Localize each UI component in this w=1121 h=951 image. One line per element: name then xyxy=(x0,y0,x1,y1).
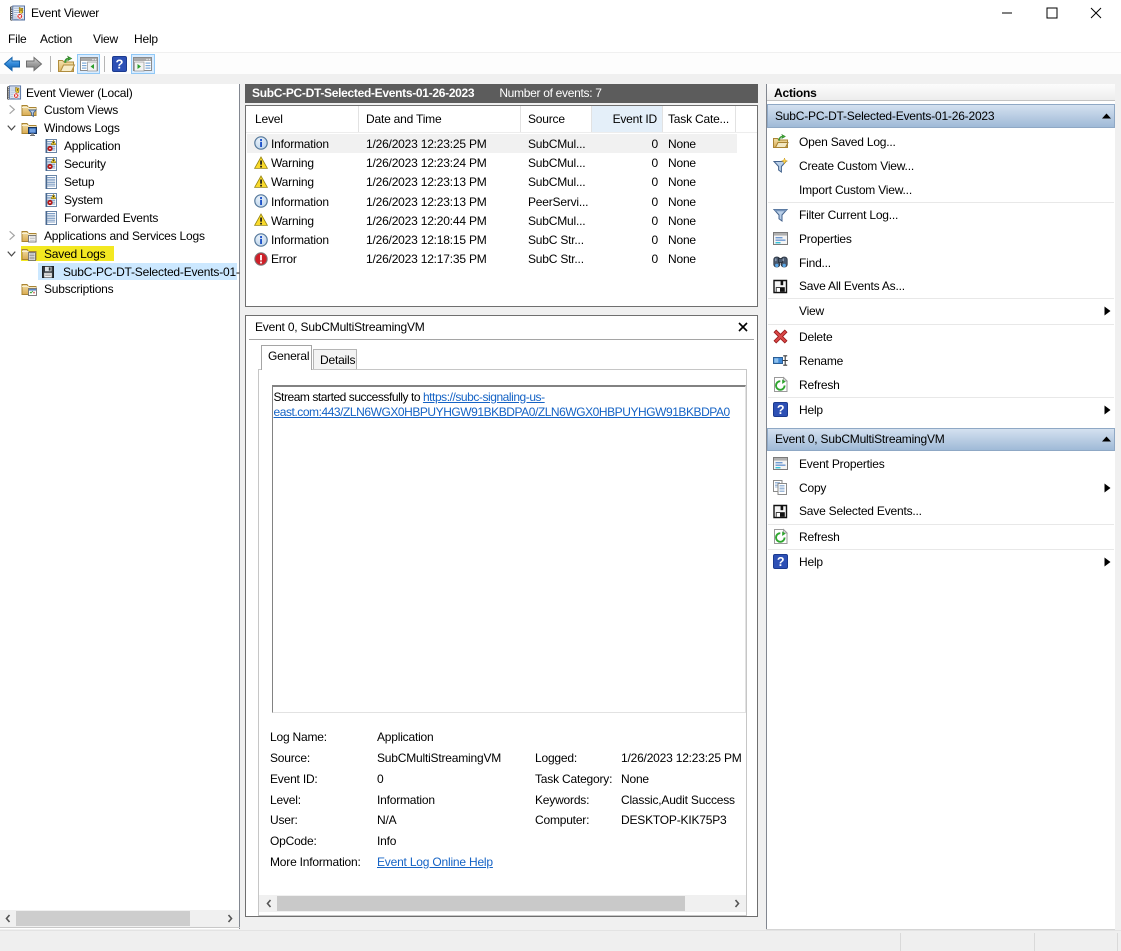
svg-text:?: ? xyxy=(116,57,124,72)
